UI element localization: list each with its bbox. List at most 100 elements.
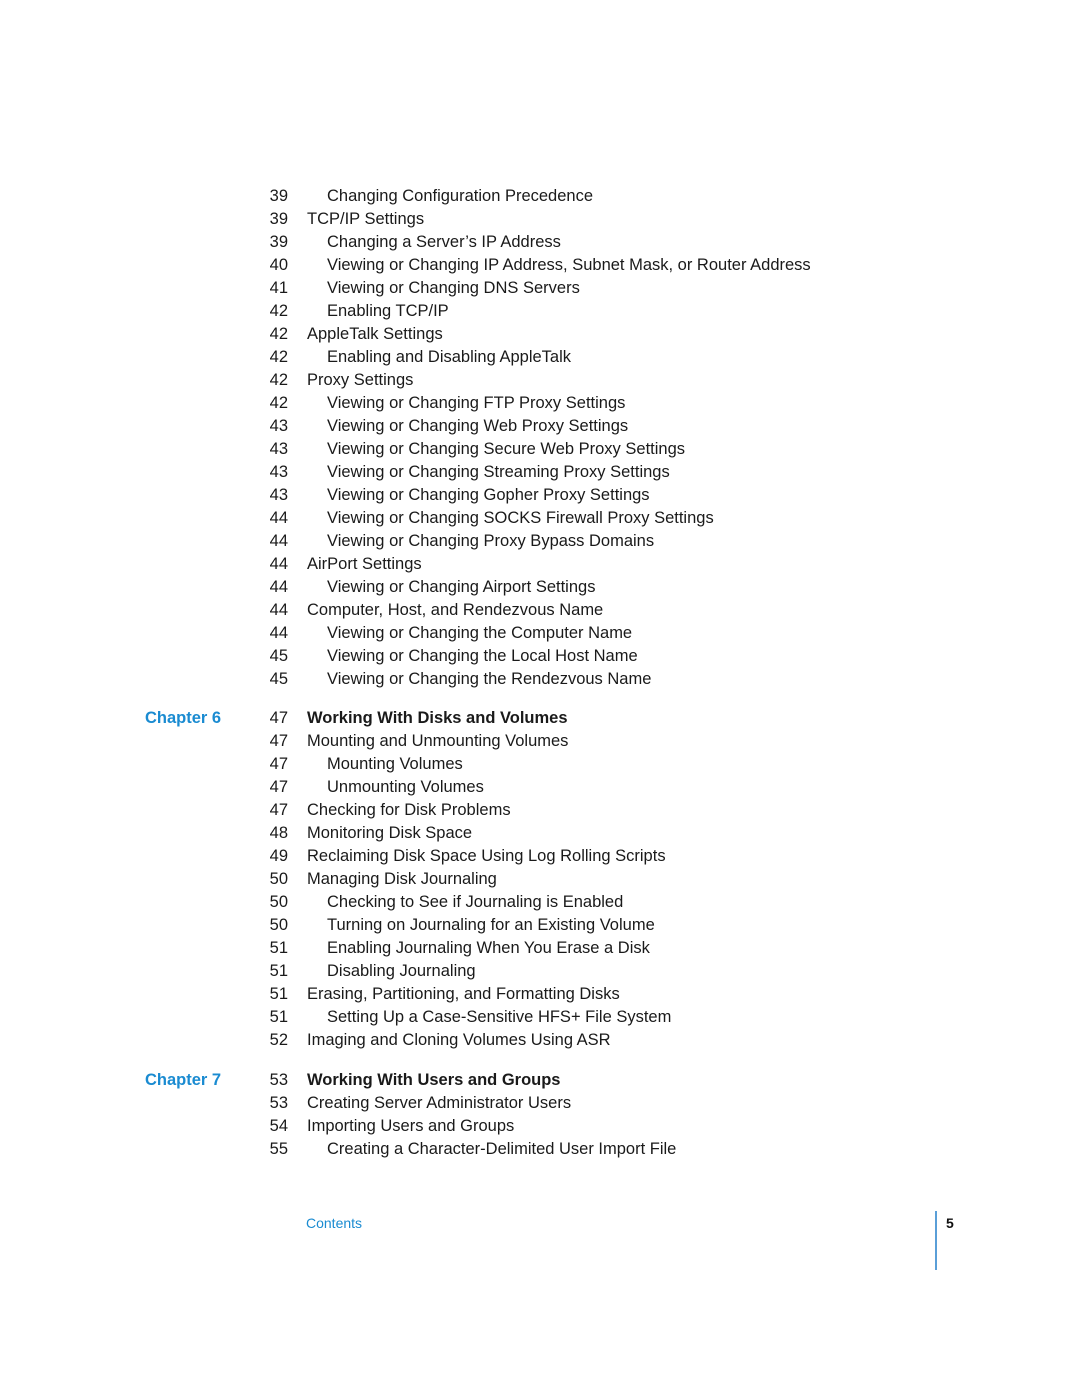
toc-entry[interactable]: 50 Checking to See if Journaling is Enabl… (0, 891, 1080, 914)
toc-entry-title[interactable]: Proxy Settings (307, 369, 413, 392)
toc-entry[interactable]: 39 Changing Configuration Precedence (0, 185, 1080, 208)
toc-entry-title[interactable]: Working With Users and Groups (307, 1069, 561, 1092)
toc-entry[interactable]: 42 Enabling and Disabling AppleTalk (0, 346, 1080, 369)
toc-entry[interactable]: 43 Viewing or Changing Streaming Proxy Se… (0, 461, 1080, 484)
toc-entry-title[interactable]: Mounting Volumes (327, 753, 463, 776)
toc-page-number: 51 (269, 962, 288, 980)
toc-entry[interactable]: 43 Viewing or Changing Web Proxy Settings (0, 415, 1080, 438)
toc-entry[interactable]: 47 Mounting Volumes (0, 753, 1080, 776)
toc-page-number: 44 (269, 624, 288, 642)
toc-entry-title[interactable]: Viewing or Changing Proxy Bypass Domains (327, 530, 654, 553)
toc-page-number: 40 (269, 256, 288, 274)
toc-entry-title[interactable]: Viewing or Changing Web Proxy Settings (327, 415, 628, 438)
toc-entry[interactable]: 42 Viewing or Changing FTP Proxy Settings (0, 392, 1080, 415)
toc-page-number: 47 (269, 732, 288, 750)
toc-page-number: 48 (269, 824, 288, 842)
toc-entry[interactable]: 44 AirPort Settings (0, 553, 1080, 576)
toc-entry-title[interactable]: TCP/IP Settings (307, 208, 424, 231)
toc-page-number: 45 (269, 670, 288, 688)
toc-entry[interactable]: 40 Viewing or Changing IP Address, Subnet… (0, 254, 1080, 277)
toc-entry-title[interactable]: Viewing or Changing the Local Host Name (327, 645, 638, 668)
toc-entry[interactable]: 44 Viewing or Changing Proxy Bypass Domai… (0, 530, 1080, 553)
toc-entry[interactable]: 53 Creating Server Administrator Users (0, 1092, 1080, 1115)
toc-entry[interactable]: 47 Checking for Disk Problems (0, 799, 1080, 822)
toc-entry[interactable]: 50 Managing Disk Journaling (0, 868, 1080, 891)
toc-entry-title[interactable]: Erasing, Partitioning, and Formatting Di… (307, 983, 620, 1006)
toc-entry[interactable]: 42 Proxy Settings (0, 369, 1080, 392)
toc-entry-title[interactable]: Setting Up a Case-Sensitive HFS+ File Sy… (327, 1006, 671, 1029)
toc-entry-title[interactable]: Checking to See if Journaling is Enabled (327, 891, 623, 914)
toc-page-number: 47 (269, 801, 288, 819)
toc-chapter-title-row[interactable]: 53 Working With Users and Groups (0, 1069, 1080, 1092)
toc-page-number: 50 (269, 870, 288, 888)
toc-entry-title[interactable]: Viewing or Changing Streaming Proxy Sett… (327, 461, 670, 484)
toc-entry-title[interactable]: Viewing or Changing DNS Servers (327, 277, 580, 300)
toc-entry[interactable]: 44 Viewing or Changing SOCKS Firewall Pro… (0, 507, 1080, 530)
toc-entry[interactable]: 47 Unmounting Volumes (0, 776, 1080, 799)
toc-entry[interactable]: 43 Viewing or Changing Gopher Proxy Setti… (0, 484, 1080, 507)
toc-entry-title[interactable]: Creating Server Administrator Users (307, 1092, 571, 1115)
toc-entry-title[interactable]: Unmounting Volumes (327, 776, 484, 799)
toc-entry[interactable]: 54 Importing Users and Groups (0, 1115, 1080, 1138)
toc-entry-title[interactable]: Enabling TCP/IP (327, 300, 449, 323)
footer-section-label[interactable]: Contents (306, 1213, 362, 1233)
toc-entry[interactable]: 55 Creating a Character-Delimited User Im… (0, 1138, 1080, 1161)
toc-entry[interactable]: 51 Disabling Journaling (0, 960, 1080, 983)
toc-entry[interactable]: 51 Erasing, Partitioning, and Formatting … (0, 983, 1080, 1006)
toc-entry-title[interactable]: Viewing or Changing Secure Web Proxy Set… (327, 438, 685, 461)
toc-entry-title[interactable]: Enabling and Disabling AppleTalk (327, 346, 571, 369)
toc-entry-title[interactable]: Mounting and Unmounting Volumes (307, 730, 568, 753)
toc-entry-title[interactable]: Computer, Host, and Rendezvous Name (307, 599, 603, 622)
toc-entry[interactable]: 45 Viewing or Changing the Local Host Nam… (0, 645, 1080, 668)
toc-entry-title[interactable]: Reclaiming Disk Space Using Log Rolling … (307, 845, 666, 868)
toc-page-number: 45 (269, 647, 288, 665)
toc-entry-title[interactable]: Viewing or Changing IP Address, Subnet M… (327, 254, 811, 277)
toc-entry-title[interactable]: Monitoring Disk Space (307, 822, 472, 845)
chapter-6-section: Chapter 6 47 Working With Disks and Volum… (0, 707, 1080, 1052)
toc-entry-title[interactable]: Turning on Journaling for an Existing Vo… (327, 914, 655, 937)
toc-entry[interactable]: 44 Computer, Host, and Rendezvous Name (0, 599, 1080, 622)
toc-entry[interactable]: 44 Viewing or Changing the Computer Name (0, 622, 1080, 645)
toc-entry-title[interactable]: Viewing or Changing FTP Proxy Settings (327, 392, 625, 415)
toc-entry-title[interactable]: Disabling Journaling (327, 960, 476, 983)
toc-entry-title[interactable]: Viewing or Changing the Rendezvous Name (327, 668, 651, 691)
toc-entry-title[interactable]: AirPort Settings (307, 553, 422, 576)
footer-divider (935, 1211, 937, 1270)
toc-page-number: 43 (269, 486, 288, 504)
toc-entry[interactable]: 39 Changing a Server’s IP Address (0, 231, 1080, 254)
toc-entry[interactable]: 43 Viewing or Changing Secure Web Proxy S… (0, 438, 1080, 461)
toc-entry[interactable]: 50 Turning on Journaling for an Existing … (0, 914, 1080, 937)
toc-entry-title[interactable]: Changing Configuration Precedence (327, 185, 593, 208)
toc-entry-title[interactable]: Viewing or Changing Airport Settings (327, 576, 595, 599)
toc-entry-title[interactable]: Changing a Server’s IP Address (327, 231, 561, 254)
toc-entry[interactable]: 42 AppleTalk Settings (0, 323, 1080, 346)
toc-entry[interactable]: 51 Setting Up a Case-Sensitive HFS+ File … (0, 1006, 1080, 1029)
toc-chapter-title-row[interactable]: 47 Working With Disks and Volumes (0, 707, 1080, 730)
toc-entry[interactable]: 47 Mounting and Unmounting Volumes (0, 730, 1080, 753)
toc-entry-title[interactable]: Importing Users and Groups (307, 1115, 514, 1138)
toc-entry-title[interactable]: Viewing or Changing SOCKS Firewall Proxy… (327, 507, 714, 530)
toc-entry[interactable]: 45 Viewing or Changing the Rendezvous Nam… (0, 668, 1080, 691)
toc-entry[interactable]: 42 Enabling TCP/IP (0, 300, 1080, 323)
chapter-7-section: Chapter 7 53 Working With Users and Group… (0, 1069, 1080, 1161)
toc-entry[interactable]: 52 Imaging and Cloning Volumes Using ASR (0, 1029, 1080, 1052)
toc-entry-title[interactable]: Checking for Disk Problems (307, 799, 511, 822)
toc-page-number: 47 (269, 778, 288, 796)
toc-entry[interactable]: 44 Viewing or Changing Airport Settings (0, 576, 1080, 599)
toc-entry-title[interactable]: Imaging and Cloning Volumes Using ASR (307, 1029, 611, 1052)
toc-entry-title[interactable]: AppleTalk Settings (307, 323, 443, 346)
toc-entry[interactable]: 39 TCP/IP Settings (0, 208, 1080, 231)
toc-entry[interactable]: 49 Reclaiming Disk Space Using Log Rollin… (0, 845, 1080, 868)
toc-entry[interactable]: 51 Enabling Journaling When You Erase a D… (0, 937, 1080, 960)
toc-entry-title[interactable]: Viewing or Changing the Computer Name (327, 622, 632, 645)
toc-entry-title[interactable]: Enabling Journaling When You Erase a Dis… (327, 937, 650, 960)
toc-entry-title[interactable]: Managing Disk Journaling (307, 868, 497, 891)
toc-entry-title[interactable]: Viewing or Changing Gopher Proxy Setting… (327, 484, 650, 507)
toc-entry-title[interactable]: Working With Disks and Volumes (307, 707, 568, 730)
toc-page-number: 39 (269, 187, 288, 205)
toc-entry[interactable]: 48 Monitoring Disk Space (0, 822, 1080, 845)
toc-page-number: 50 (269, 893, 288, 911)
toc-entry-title[interactable]: Creating a Character-Delimited User Impo… (327, 1138, 676, 1161)
toc-part1: 39 Changing Configuration Precedence 39 TCP… (0, 185, 1080, 691)
toc-entry[interactable]: 41 Viewing or Changing DNS Servers (0, 277, 1080, 300)
